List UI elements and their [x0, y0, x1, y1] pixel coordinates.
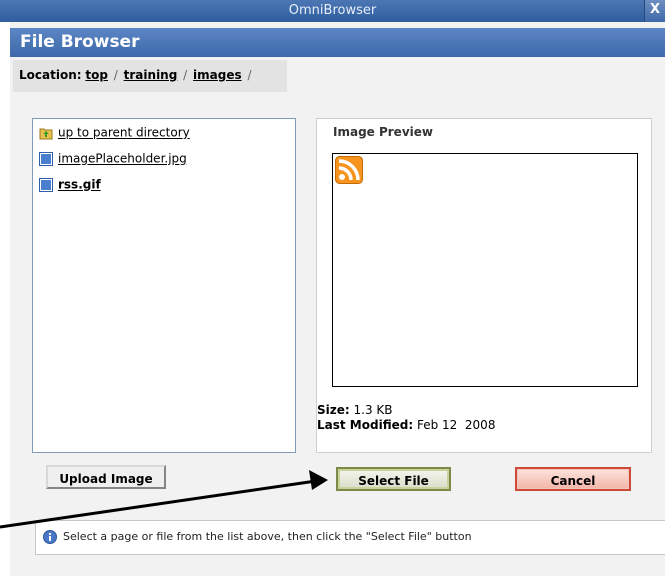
window-title: OmniBrowser [288, 3, 377, 18]
size-label: Size: [317, 403, 350, 417]
breadcrumb-top[interactable]: top [85, 68, 108, 82]
modified-value: Feb 12 2008 [416, 418, 496, 432]
select-file-button[interactable]: Select File [336, 467, 451, 491]
file-label: rss.gif [58, 177, 101, 192]
breadcrumb: Location: top / training / images / [13, 60, 287, 92]
breadcrumb-separator: / [183, 68, 188, 82]
breadcrumb-separator: / [113, 68, 118, 82]
breadcrumb-separator: / [247, 68, 252, 82]
list-item-parent-directory[interactable]: up to parent directory [39, 125, 190, 143]
file-icon [39, 177, 53, 192]
upload-image-button[interactable]: Upload Image [46, 465, 166, 489]
info-message: Select a page or file from the list abov… [35, 520, 665, 555]
info-text: Select a page or file from the list abov… [63, 530, 472, 543]
close-window-button[interactable]: X [644, 0, 665, 22]
size-value: 1.3 KB [353, 403, 393, 417]
file-label: imagePlaceholder.jpg [58, 151, 187, 166]
breadcrumb-images[interactable]: images [193, 68, 242, 82]
list-item-rss-gif[interactable]: rss.gif [39, 177, 101, 195]
file-label: up to parent directory [58, 125, 190, 140]
file-modified: Last Modified: Feb 12 2008 [317, 418, 495, 432]
file-list: up to parent directory imagePlaceholder.… [32, 118, 296, 453]
image-preview-panel: Image Preview Size: 1.3 KB Last Modified… [316, 118, 652, 453]
modified-label: Last Modified: [317, 418, 414, 432]
rss-icon [335, 156, 363, 184]
cancel-button[interactable]: Cancel [515, 467, 631, 491]
dialog-header: File Browser [10, 28, 665, 57]
preview-title: Image Preview [333, 125, 433, 139]
page-title: File Browser [20, 32, 140, 52]
parent-folder-icon [39, 128, 53, 139]
window-titlebar: OmniBrowser X [0, 0, 665, 22]
info-icon [43, 530, 57, 544]
location-label: Location: [19, 68, 82, 82]
breadcrumb-training[interactable]: training [124, 68, 178, 82]
list-item-imageplaceholder[interactable]: imagePlaceholder.jpg [39, 151, 187, 169]
file-size: Size: 1.3 KB [317, 403, 393, 417]
preview-image-box [332, 153, 638, 387]
file-icon [39, 151, 53, 166]
